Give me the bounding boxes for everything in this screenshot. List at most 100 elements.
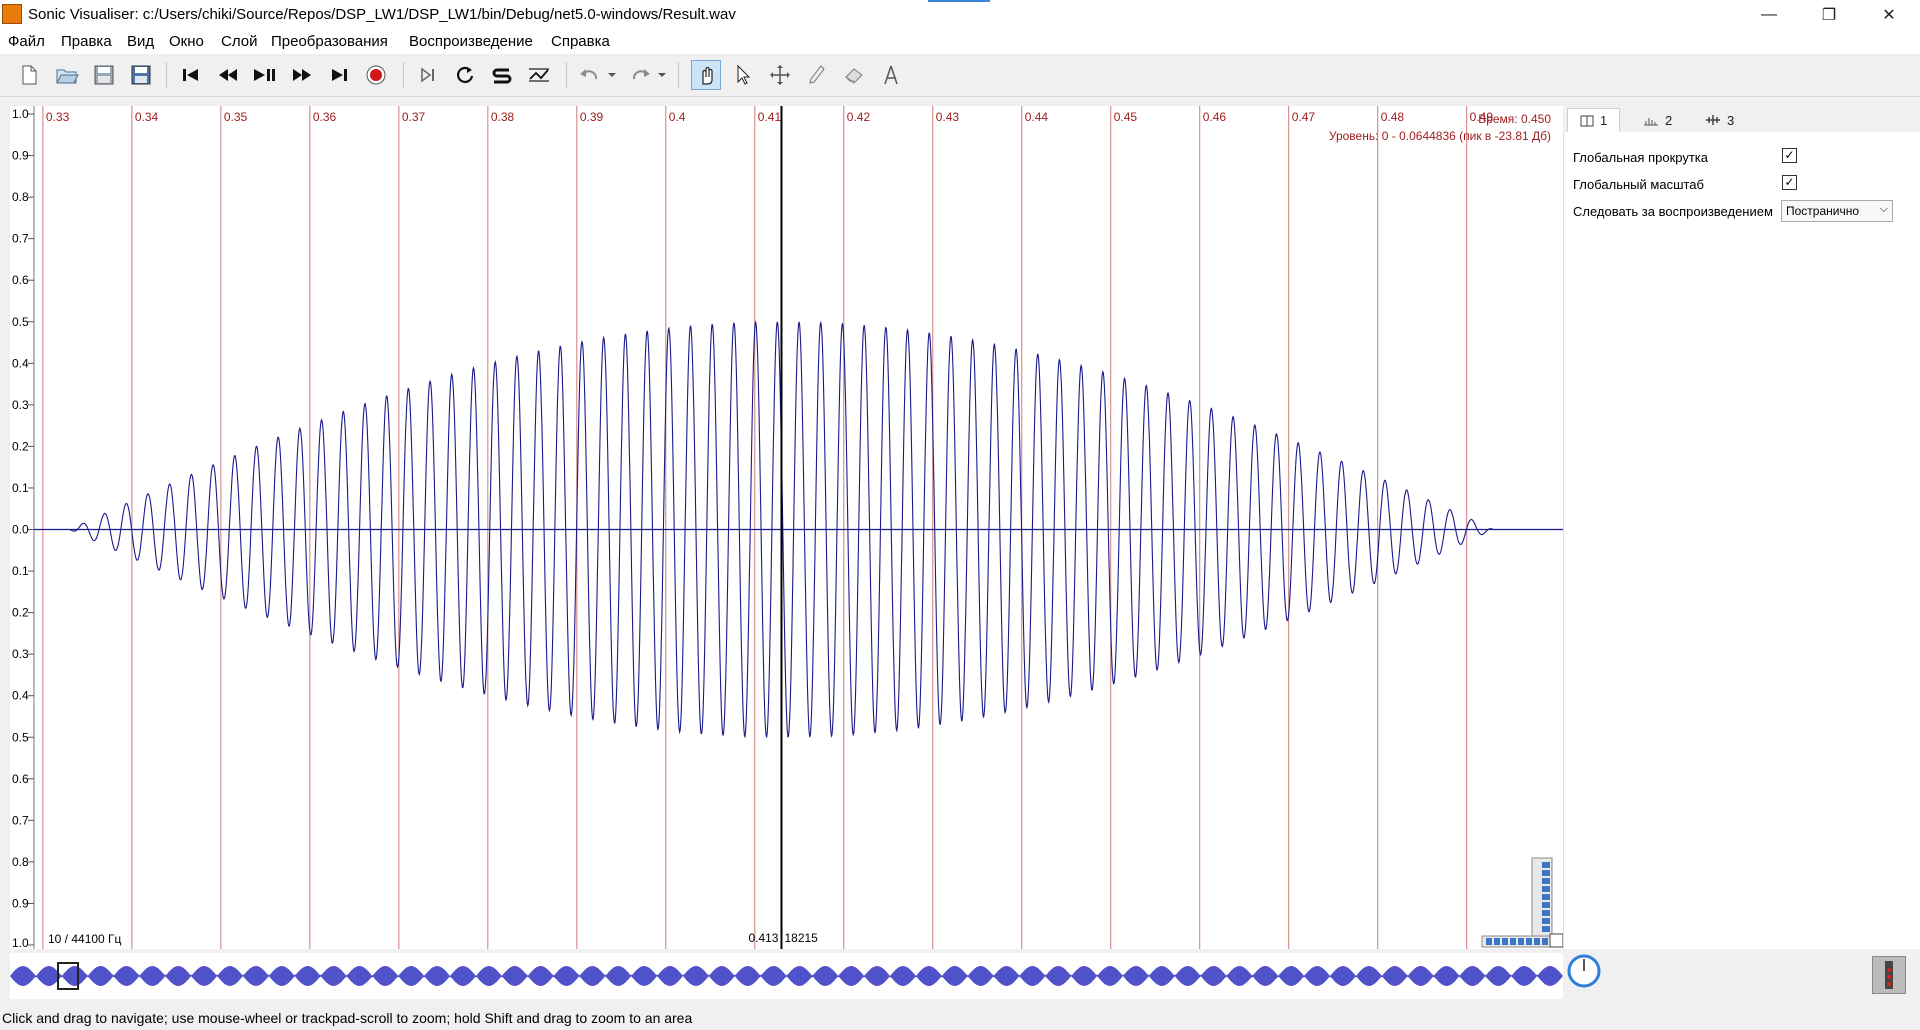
redo-icon[interactable] bbox=[626, 60, 670, 90]
cursor-time-label: 0.413 bbox=[748, 931, 778, 945]
toolbar-separator bbox=[166, 62, 167, 88]
tab-layer-1[interactable]: 1 bbox=[1567, 108, 1621, 132]
waveform-pane[interactable]: 0.33 0.34 0.35 0.36 0.37 0.38 0.39 0.4 0.41 0.42 0… bbox=[10, 106, 1563, 949]
time-tick-label: 0.39 bbox=[580, 110, 604, 124]
zoom-slider-segment bbox=[1542, 926, 1550, 932]
toolbar bbox=[0, 54, 1920, 97]
property-panel bbox=[1563, 106, 1920, 949]
layer-icon bbox=[1580, 115, 1594, 126]
menu-help[interactable]: Справка bbox=[551, 33, 610, 50]
zoom-reset-button bbox=[1549, 933, 1563, 948]
y-tick-label: 0.9 bbox=[12, 896, 29, 910]
open-file-icon[interactable] bbox=[52, 60, 82, 90]
time-tick-label: 0.46 bbox=[1203, 110, 1227, 124]
save-as-icon[interactable] bbox=[126, 60, 156, 90]
play-pause-icon[interactable] bbox=[250, 60, 280, 90]
time-tick-label: 0.42 bbox=[847, 110, 871, 124]
time-tick-label: 0.37 bbox=[402, 110, 426, 124]
zoom-slider-segment bbox=[1486, 938, 1492, 945]
zoom-slider-segment bbox=[1534, 938, 1540, 945]
erase-tool-icon[interactable] bbox=[839, 60, 869, 90]
waveform-canvas[interactable]: 0.33 0.34 0.35 0.36 0.37 0.38 0.39 0.4 0.41 0.42 0… bbox=[10, 106, 1563, 949]
fast-forward-icon[interactable] bbox=[287, 60, 317, 90]
maximize-button[interactable]: ❐ bbox=[1806, 0, 1852, 30]
menu-edit[interactable]: Правка bbox=[61, 33, 112, 50]
zoom-slider-segment bbox=[1542, 862, 1550, 868]
zoom-slider-segment bbox=[1510, 938, 1516, 945]
time-tick-label: 0.36 bbox=[313, 110, 337, 124]
tab-label: 2 bbox=[1665, 112, 1673, 128]
time-tick-label: 0.47 bbox=[1292, 110, 1316, 124]
new-file-icon[interactable] bbox=[14, 60, 44, 90]
zoom-slider-segment bbox=[1542, 938, 1548, 945]
ruler-layer-icon bbox=[1706, 115, 1720, 125]
cursor-frame-label: 18215 bbox=[784, 931, 818, 945]
follow-playback-select[interactable]: Постранично ⌵ bbox=[1781, 200, 1893, 222]
status-bar: Click and drag to navigate; use mouse-wh… bbox=[2, 1010, 693, 1026]
tab-label: 1 bbox=[1600, 113, 1608, 128]
overview-canvas[interactable] bbox=[10, 953, 1563, 999]
waveform-layer-icon bbox=[1644, 118, 1658, 126]
y-tick-label: 0.2 bbox=[12, 606, 29, 620]
follow-playback-label: Следовать за воспроизведением bbox=[1573, 204, 1773, 219]
menu-layer[interactable]: Слой bbox=[221, 33, 257, 50]
draw-tool-icon[interactable] bbox=[802, 60, 832, 90]
playback-speed-dial[interactable] bbox=[1566, 953, 1602, 989]
chevron-down-icon: ⌵ bbox=[1879, 203, 1888, 215]
rewind-icon[interactable] bbox=[213, 60, 243, 90]
global-scroll-label: Глобальная прокрутка bbox=[1573, 150, 1708, 165]
y-tick-label: 0.0 bbox=[12, 523, 29, 537]
zoom-slider-segment bbox=[1542, 918, 1550, 924]
window-title: Sonic Visualiser: c:/Users/chiki/Source/… bbox=[28, 6, 736, 23]
undo-icon[interactable] bbox=[576, 60, 620, 90]
zoom-level-label: 10 / 44100 Гц bbox=[48, 932, 122, 946]
app-icon bbox=[2, 4, 22, 24]
menu-playback[interactable]: Воспроизведение bbox=[409, 33, 533, 50]
menu-bar: Файл Правка Вид Окно Слой Преобразования… bbox=[0, 30, 1920, 54]
y-tick-label: 0.8 bbox=[12, 855, 29, 869]
time-tick-label: 0.34 bbox=[135, 110, 159, 124]
save-icon[interactable] bbox=[89, 60, 119, 90]
y-tick-label: 1.0 bbox=[12, 107, 29, 121]
toolbar-separator bbox=[566, 62, 567, 88]
measure-tool-icon[interactable] bbox=[876, 60, 906, 90]
tab-layer-2[interactable]: 2 bbox=[1631, 108, 1684, 132]
y-tick-label: 0.9 bbox=[12, 149, 29, 163]
overview-strip[interactable] bbox=[10, 953, 1563, 999]
y-tick-label: 0.1 bbox=[12, 481, 29, 495]
normalize-icon[interactable] bbox=[524, 60, 554, 90]
constrain-playback-icon[interactable] bbox=[413, 60, 443, 90]
menu-view[interactable]: Вид bbox=[127, 33, 154, 50]
y-tick-label: 0.5 bbox=[12, 730, 29, 744]
close-button[interactable]: ✕ bbox=[1866, 0, 1912, 30]
edit-tool-icon[interactable] bbox=[765, 60, 795, 90]
global-zoom-checkbox[interactable]: ✓ bbox=[1782, 175, 1797, 190]
select-tool-icon[interactable] bbox=[728, 60, 758, 90]
zoom-slider-segment bbox=[1542, 910, 1550, 916]
fast-forward-end-icon[interactable] bbox=[324, 60, 354, 90]
time-tick-label: 0.4 bbox=[669, 110, 686, 124]
menu-transforms[interactable]: Преобразования bbox=[271, 33, 388, 50]
zoom-slider-segment bbox=[1542, 878, 1550, 884]
layer-tabs: 1 2 3 bbox=[1563, 106, 1920, 132]
toolbar-separator bbox=[678, 62, 679, 88]
navigate-tool-icon[interactable] bbox=[691, 60, 721, 90]
y-tick-label: 0.6 bbox=[12, 273, 29, 287]
loop-icon[interactable] bbox=[450, 60, 480, 90]
zoom-slider-segment bbox=[1494, 938, 1500, 945]
y-tick-label: 0.7 bbox=[12, 813, 29, 827]
y-tick-label: 0.3 bbox=[12, 398, 29, 412]
record-icon[interactable] bbox=[361, 60, 391, 90]
solo-icon[interactable] bbox=[487, 60, 517, 90]
menu-file[interactable]: Файл bbox=[8, 33, 45, 50]
menu-window[interactable]: Окно bbox=[169, 33, 204, 50]
zoom-slider-segment bbox=[1526, 938, 1532, 945]
time-tick-label: 0.45 bbox=[1114, 110, 1138, 124]
tab-layer-3[interactable]: 3 bbox=[1693, 108, 1746, 132]
time-tick-label: 0.38 bbox=[491, 110, 515, 124]
minimize-button[interactable]: — bbox=[1746, 0, 1792, 30]
zoom-slider-segment bbox=[1502, 938, 1508, 945]
global-scroll-checkbox[interactable]: ✓ bbox=[1782, 148, 1797, 163]
rewind-start-icon[interactable] bbox=[176, 60, 206, 90]
y-tick-label: 0.7 bbox=[12, 232, 29, 246]
